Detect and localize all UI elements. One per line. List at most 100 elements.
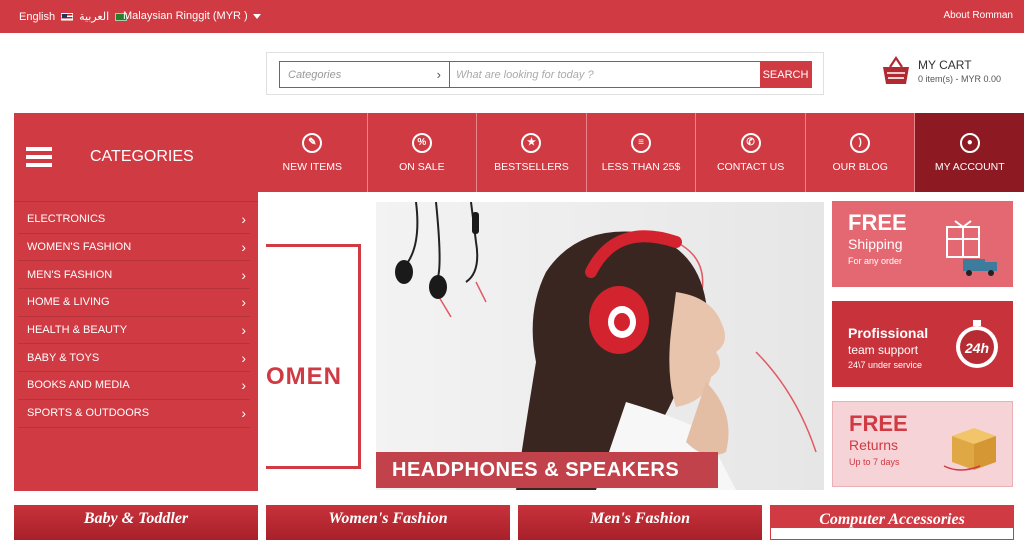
top-bar: English العربية Malaysian Ringgit (MYR )… [0, 0, 1024, 33]
category-item-health-beauty[interactable]: HEALTH & BEAUTY › [18, 317, 250, 345]
category-item-electronics[interactable]: ELECTRONICS › [18, 206, 250, 234]
category-item-home-living[interactable]: HOME & LIVING › [18, 289, 250, 317]
hamburger-icon [26, 147, 52, 167]
categories-title: CATEGORIES [90, 148, 194, 165]
nav-label: CONTACT US [716, 160, 785, 173]
main-nav: ✎ NEW ITEMS % ON SALE ★ BESTSELLERS ≡ LESS T… [258, 113, 1024, 192]
previous-slide-preview: OMEN [266, 244, 361, 469]
category-item-sports-outdoors[interactable]: SPORTS & OUTDOORS › [18, 400, 250, 428]
promo-subheading: Shipping [848, 236, 903, 252]
category-item-label: ELECTRONICS [27, 213, 106, 226]
category-item-mens-fashion[interactable]: MEN'S FASHION › [18, 261, 250, 290]
nav-on-sale[interactable]: % ON SALE [367, 113, 478, 192]
currency-label: Malaysian Ringgit (MYR ) [123, 10, 248, 22]
nav-less-than-25[interactable]: ≡ LESS THAN 25$ [586, 113, 697, 192]
chevron-right-icon: › [241, 349, 246, 366]
category-item-label: BABY & TOYS [27, 351, 100, 364]
previous-slide-word: OMEN [266, 363, 342, 390]
nav-our-blog[interactable]: ) OUR BLOG [805, 113, 916, 192]
category-item-label: SPORTS & OUTDOORS [27, 407, 150, 420]
nav-label: NEW ITEMS [282, 160, 343, 173]
promo-note: 24\7 under service [848, 360, 923, 370]
promo-team-support[interactable]: Profissional team support 24\7 under ser… [832, 301, 1013, 387]
chevron-right-icon: › [241, 405, 246, 422]
nav-bestsellers[interactable]: ★ BESTSELLERS [477, 113, 587, 192]
category-item-label: BOOKS AND MEDIA [27, 379, 130, 392]
tab-mens-fashion[interactable]: Men's Fashion [518, 505, 762, 540]
us-flag-icon[interactable] [61, 12, 74, 21]
24h-badge-text: 24h [964, 340, 989, 356]
chevron-right-icon: › [241, 211, 246, 228]
language-switcher: English العربية [19, 10, 128, 23]
search-bar: Categories › SEARCH [279, 61, 812, 88]
search-input[interactable] [450, 62, 760, 87]
tab-womens-fashion[interactable]: Women's Fashion [266, 505, 510, 540]
category-item-label: HOME & LIVING [27, 296, 110, 309]
categories-menu: CATEGORIES ELECTRONICS › WOMEN'S FASHION ›… [14, 113, 258, 491]
about-link[interactable]: About Romman [944, 10, 1013, 21]
search-button[interactable]: SEARCH [760, 62, 811, 87]
nav-label: MY ACCOUNT [934, 160, 1005, 173]
category-select-placeholder: Categories [288, 68, 342, 81]
nav-label: BESTSELLERS [494, 160, 569, 173]
list-icon: ≡ [631, 132, 652, 153]
user-icon: ● [959, 132, 980, 153]
chevron-right-icon: › [241, 377, 246, 394]
rss-icon: ) [850, 132, 871, 153]
star-icon: ★ [521, 132, 542, 153]
promo-column: FREE Shipping For any order Profissional… [832, 201, 1013, 501]
search-area: Categories › SEARCH [266, 52, 824, 95]
phone-icon: ✆ [740, 132, 761, 153]
promo-subheading: Returns [849, 437, 899, 453]
promo-free-shipping[interactable]: FREE Shipping For any order [832, 201, 1013, 287]
cart-summary: 0 item(s) - MYR 0.00 [918, 74, 1002, 84]
promo-note: For any order [848, 256, 903, 266]
chevron-right-icon: › [241, 239, 246, 256]
percent-icon: % [411, 132, 432, 153]
hero-slide[interactable]: HEADPHONES & SPEAKERS [376, 202, 824, 490]
chevron-right-icon: › [241, 294, 246, 311]
nav-contact-us[interactable]: ✆ CONTACT US [696, 113, 806, 192]
nav-my-account[interactable]: ● MY ACCOUNT [915, 113, 1024, 192]
category-select[interactable]: Categories › [280, 62, 450, 87]
nav-label: LESS THAN 25$ [601, 160, 681, 173]
promo-heading: Profissional [848, 325, 929, 341]
chevron-right-icon: › [241, 266, 246, 283]
nav-new-items[interactable]: ✎ NEW ITEMS [258, 113, 368, 192]
category-item-label: MEN'S FASHION [27, 268, 113, 281]
slide-caption[interactable]: HEADPHONES & SPEAKERS [376, 452, 718, 488]
nav-label: ON SALE [399, 160, 445, 173]
chevron-right-icon: › [436, 67, 441, 82]
category-item-womens-fashion[interactable]: WOMEN'S FASHION › [18, 234, 250, 262]
categories-header[interactable]: CATEGORIES [14, 113, 258, 202]
promo-subheading: team support [848, 343, 919, 357]
box-icon [943, 428, 996, 471]
promo-heading: FREE [848, 210, 907, 235]
cart-widget[interactable]: MY CART 0 item(s) - MYR 0.00 [882, 56, 1001, 86]
category-showcase-tabs: Baby & Toddler Women's Fashion Men's Fas… [14, 505, 1014, 540]
hero-slider[interactable]: OMEN HEADPHONES & SPEAKERS [266, 202, 824, 490]
tab-baby-toddler[interactable]: Baby & Toddler [14, 505, 258, 540]
category-item-baby-toys[interactable]: BABY & TOYS › [18, 344, 250, 373]
caret-down-icon [252, 13, 261, 19]
categories-list: ELECTRONICS › WOMEN'S FASHION › MEN'S FASH… [14, 202, 258, 428]
promo-note: Up to 7 days [849, 457, 900, 467]
category-item-label: WOMEN'S FASHION [27, 241, 132, 254]
basket-icon [883, 56, 909, 84]
truck-icon [946, 220, 997, 276]
cart-title: MY CART [918, 58, 972, 72]
promo-free-returns[interactable]: FREE Returns Up to 7 days [832, 401, 1013, 487]
language-arabic-link[interactable]: العربية [79, 10, 109, 23]
nav-label: OUR BLOG [832, 160, 888, 173]
promo-heading: FREE [849, 411, 908, 436]
category-item-books-media[interactable]: BOOKS AND MEDIA › [18, 372, 250, 400]
category-item-label: HEALTH & BEAUTY [27, 324, 128, 337]
cart-text: MY CART 0 item(s) - MYR 0.00 [918, 58, 1001, 84]
24h-icon: 24h [956, 320, 998, 368]
language-english-link[interactable]: English [19, 11, 55, 23]
tag-icon: ✎ [302, 132, 323, 153]
currency-selector[interactable]: Malaysian Ringgit (MYR ) [123, 10, 261, 22]
chevron-right-icon: › [241, 322, 246, 339]
tab-computer-accessories[interactable]: Computer Accessories [770, 505, 1014, 540]
hero-image [395, 202, 817, 490]
